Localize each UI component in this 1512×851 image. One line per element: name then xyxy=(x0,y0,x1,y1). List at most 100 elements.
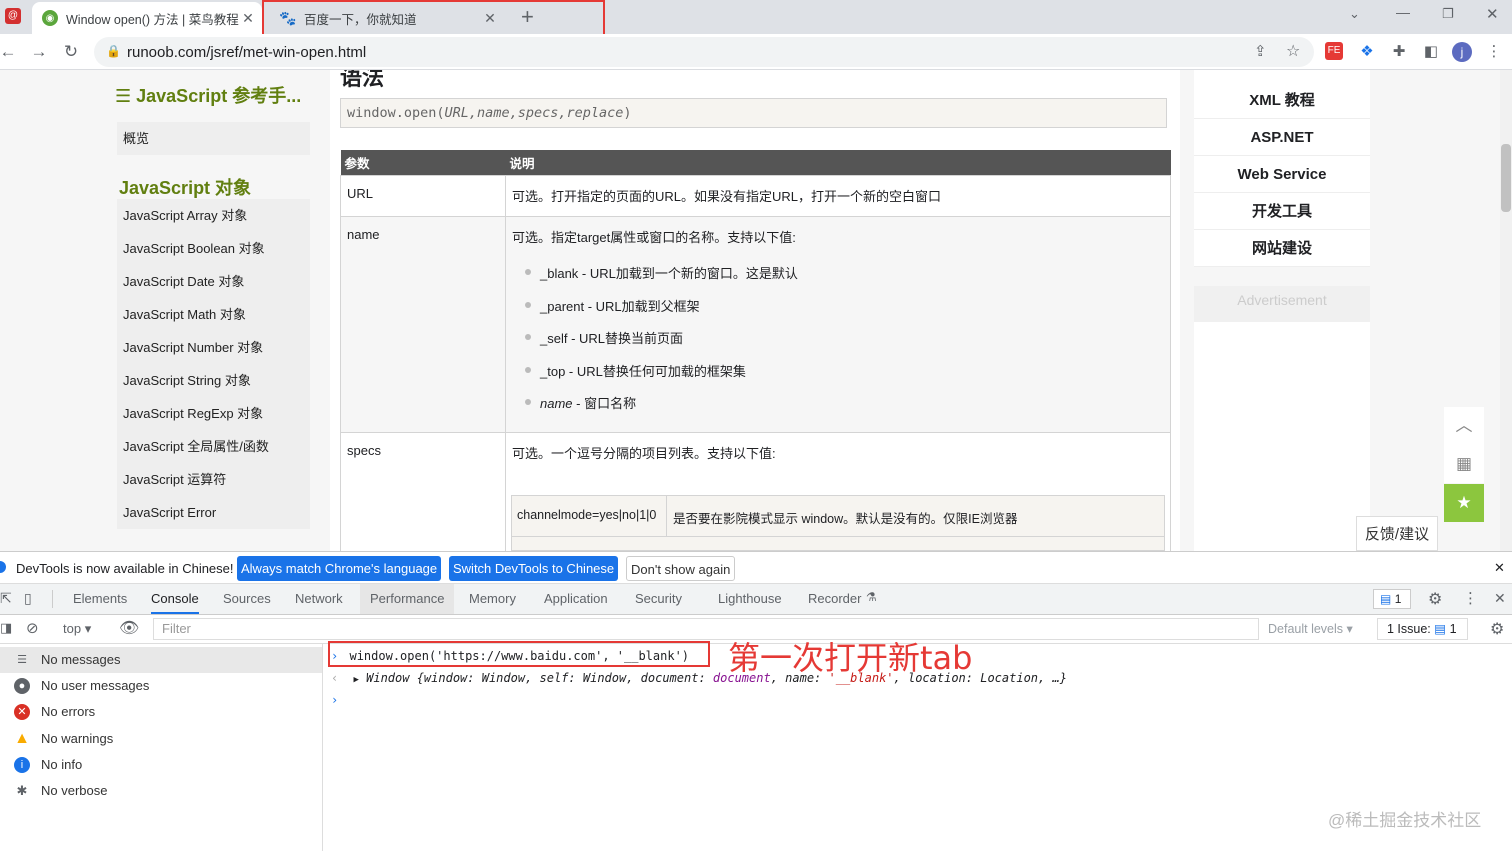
issues-link[interactable]: 1 Issue: ▤ 1 xyxy=(1377,618,1468,640)
table-row: name 可选。指定target属性或窗口的名称。支持以下值: xyxy=(340,215,1171,433)
sidebar-info[interactable]: i No info xyxy=(0,752,322,778)
tab-title: Window open() 方法 | 菜鸟教程 xyxy=(66,12,239,27)
advertisement: Advertisement xyxy=(1194,286,1370,551)
devtools-tab[interactable]: Security xyxy=(635,584,682,614)
sidebar-item[interactable]: JavaScript Error xyxy=(117,496,310,529)
right-link[interactable]: 开发工具 xyxy=(1194,193,1370,230)
settings-gear-icon[interactable]: ⚙ xyxy=(1428,589,1442,609)
browser-menu-icon[interactable]: @ xyxy=(5,8,21,24)
share-icon[interactable]: ⇪ xyxy=(1254,42,1267,60)
feedback-button[interactable]: 反馈/建议 xyxy=(1356,516,1438,551)
profile-avatar[interactable]: j xyxy=(1452,42,1472,62)
devtools-tab[interactable]: Lighthouse xyxy=(718,584,782,614)
lock-icon: 🔒 xyxy=(106,44,121,58)
right-link[interactable]: Web Service xyxy=(1194,156,1370,193)
sidebar-item[interactable]: JavaScript 全局属性/函数 xyxy=(117,430,310,463)
console-settings-icon[interactable]: ⚙ xyxy=(1490,619,1504,639)
right-link[interactable]: ASP.NET xyxy=(1194,119,1370,156)
restore-icon[interactable]: ❐ xyxy=(1442,6,1454,22)
reload-icon[interactable]: ↻ xyxy=(59,40,83,64)
device-toolbar-icon[interactable]: ▯ xyxy=(24,590,32,607)
sidebar-item[interactable]: JavaScript 运算符 xyxy=(117,463,310,496)
sidebar-header-text: JavaScript 参考手... xyxy=(136,86,302,106)
sidebar-toggle-icon[interactable]: ◨ xyxy=(0,620,12,636)
page-scrollbar-thumb[interactable] xyxy=(1501,144,1511,212)
extension-layers-icon[interactable]: ❖ xyxy=(1357,42,1377,62)
name-value-rest: - 窗口名称 xyxy=(572,396,637,411)
close-infobar-icon[interactable]: ✕ xyxy=(1494,560,1505,576)
close-window-icon[interactable]: ✕ xyxy=(1486,5,1499,23)
log-levels-dropdown[interactable]: Default levels ▾ xyxy=(1268,621,1353,636)
right-link[interactable]: 网站建设 xyxy=(1194,230,1370,267)
devtools-tab[interactable]: Sources xyxy=(223,584,271,614)
main-content: 语法 window.open(URL,name,specs,replace) 参… xyxy=(330,70,1180,551)
sidebar-item[interactable]: JavaScript Array 对象 xyxy=(117,199,310,232)
devtools-tab[interactable]: Network xyxy=(295,584,343,614)
bullet xyxy=(525,334,531,340)
close-devtools-icon[interactable]: ✕ xyxy=(1494,590,1506,607)
sidebar-item[interactable]: JavaScript String 对象 xyxy=(117,364,310,397)
close-tab-icon[interactable]: ✕ xyxy=(240,10,256,26)
live-expression-eye-icon[interactable]: 👁 xyxy=(119,618,139,638)
devtools-tab[interactable]: Console xyxy=(151,584,199,614)
error-icon: ✕ xyxy=(14,704,30,720)
result-prefix: Window {window: Window, self: Window, do… xyxy=(366,671,713,685)
bullet xyxy=(525,399,531,405)
sidebar-header[interactable]: ☰ JavaScript 参考手... xyxy=(115,82,301,108)
sidebar-item[interactable]: JavaScript Date 对象 xyxy=(117,265,310,298)
info-icon: i xyxy=(14,757,30,773)
dont-show-again-button[interactable]: Don't show again xyxy=(626,556,736,581)
back-icon[interactable]: ← xyxy=(0,40,20,64)
sidebar-warnings[interactable]: ▲ No warnings xyxy=(0,726,322,752)
more-menu-icon[interactable]: ⋮ xyxy=(1484,42,1504,62)
sidebar-user-messages[interactable]: ● No user messages xyxy=(0,673,322,699)
right-link[interactable]: XML 教程 xyxy=(1194,82,1370,119)
devtools-tab[interactable]: Recorder xyxy=(808,584,861,614)
name-value-item: _self - URL替换当前页面 xyxy=(540,331,684,346)
message-icon: ▤ xyxy=(1434,622,1447,636)
sidebar-item[interactable]: JavaScript RegExp 对象 xyxy=(117,397,310,430)
devtools-tab[interactable]: Memory xyxy=(469,584,516,614)
sidebar-item[interactable]: JavaScript Number 对象 xyxy=(117,331,310,364)
minimize-icon[interactable]: — xyxy=(1396,4,1410,20)
console-filter-input[interactable]: Filter xyxy=(153,618,1259,640)
side-panel-icon[interactable]: ◧ xyxy=(1421,42,1441,62)
always-match-language-button[interactable]: Always match Chrome's language xyxy=(237,556,442,581)
forward-icon[interactable]: → xyxy=(27,40,51,64)
qr-code-icon[interactable]: ▦ xyxy=(1444,445,1484,483)
context-label: top xyxy=(63,621,82,636)
sidebar-errors[interactable]: ✕ No errors xyxy=(0,699,322,725)
sidebar-verbose[interactable]: ✱ No verbose xyxy=(0,778,322,804)
favorite-star-button[interactable]: ★ xyxy=(1444,484,1484,522)
sidebar-item[interactable]: JavaScript Math 对象 xyxy=(117,298,310,331)
bookmark-star-icon[interactable]: ☆ xyxy=(1286,41,1300,61)
clear-console-icon[interactable]: ⊘ xyxy=(26,619,39,637)
sidebar-item-overview[interactable]: 概览 xyxy=(117,122,310,155)
sidebar-verbose-label: No verbose xyxy=(41,783,108,798)
name-value-item: _blank - URL加载到一个新的窗口。这是默认 xyxy=(540,266,798,281)
issues-badge[interactable]: ▤ 1 xyxy=(1373,589,1411,609)
tab-runoob[interactable]: ◉ Window open() 方法 | 菜鸟教程 ✕ xyxy=(32,2,262,34)
tab-search-icon[interactable]: ⌄ xyxy=(1349,6,1360,22)
sidebar-messages[interactable]: ☰ No messages xyxy=(0,647,322,673)
extension-fe-icon[interactable]: FE xyxy=(1325,42,1343,60)
devtools-tab[interactable]: Performance xyxy=(360,584,455,614)
name-value-item: name - 窗口名称 xyxy=(540,393,636,412)
page-scrollbar[interactable] xyxy=(1500,70,1512,551)
context-selector[interactable]: top ▾ xyxy=(63,621,91,637)
address-bar[interactable]: 🔒 runoob.com/jsref/met-win-open.html ⇪ ☆ xyxy=(94,37,1314,67)
right-sidebar: XML 教程 ASP.NET Web Service 开发工具 网站建设 Adverti… xyxy=(1194,70,1370,551)
devtools-tab[interactable]: Elements xyxy=(73,584,127,614)
devtools-tab[interactable]: Application xyxy=(544,584,608,614)
scroll-top-button[interactable]: ︿ xyxy=(1444,407,1484,445)
expand-triangle-icon[interactable]: ▶ xyxy=(353,675,358,685)
inspect-element-icon[interactable]: ⇱ xyxy=(0,590,12,607)
address-toolbar: ← → ↻ 🔒 runoob.com/jsref/met-win-open.ht… xyxy=(0,34,1512,70)
console-prompt[interactable]: › xyxy=(331,693,338,707)
sidebar-item[interactable]: JavaScript Boolean 对象 xyxy=(117,232,310,265)
extensions-puzzle-icon[interactable]: ✚ xyxy=(1389,42,1409,62)
table-header-desc: 说明 xyxy=(505,150,1171,175)
switch-to-chinese-button[interactable]: Switch DevTools to Chinese xyxy=(449,556,619,581)
devtools-more-icon[interactable]: ⋮ xyxy=(1463,589,1478,607)
highlight-box xyxy=(262,0,605,38)
